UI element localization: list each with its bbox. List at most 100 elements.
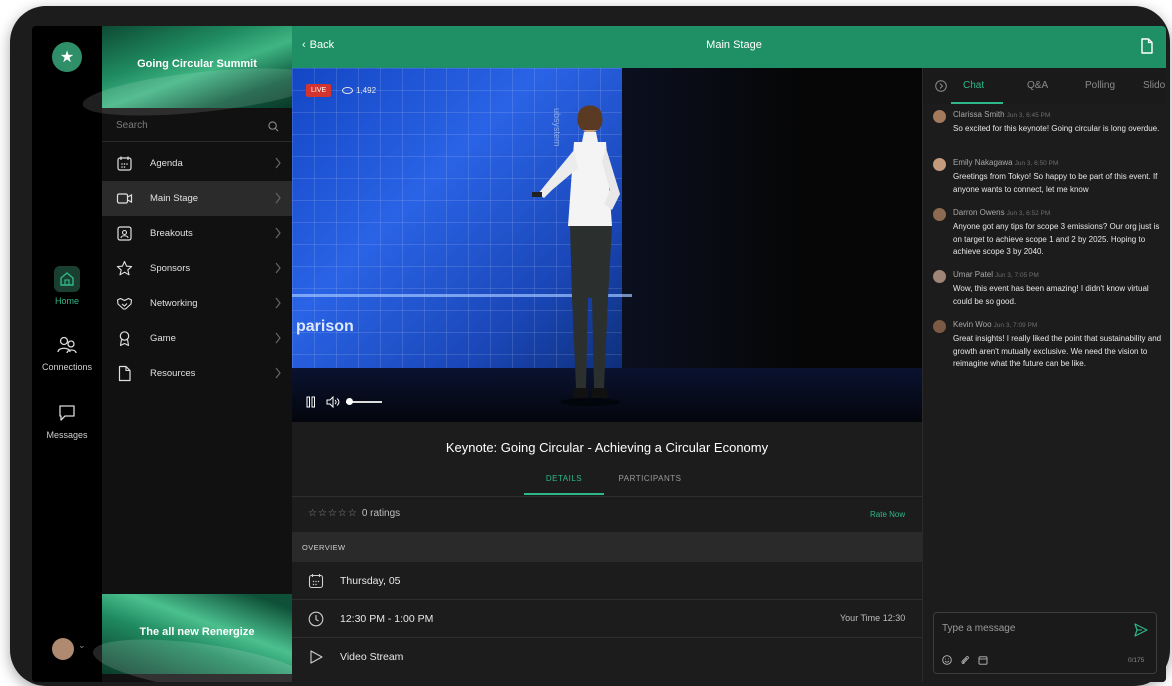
chevron-right-icon (275, 297, 281, 309)
rail-item-connections[interactable]: Connections (32, 332, 102, 372)
play-icon (310, 650, 323, 664)
message-body: Wow, this event has been amazing! I didn… (953, 284, 1149, 306)
chevron-right-icon (275, 262, 281, 274)
user-avatar[interactable] (52, 638, 74, 660)
tab-participants[interactable]: PARTICIPANTS (608, 474, 692, 483)
chevron-right-icon (275, 227, 281, 239)
calendar-icon (308, 574, 324, 589)
volume-slider-handle[interactable] (346, 398, 353, 405)
rating-stars-icon[interactable]: ☆☆☆☆☆ (308, 508, 358, 519)
chevron-right-icon (275, 367, 281, 379)
message-input[interactable] (942, 623, 1122, 634)
rail-item-messages[interactable]: Messages (32, 400, 102, 440)
clock-icon (308, 611, 324, 627)
message-body: So excited for this keynote! Going circu… (953, 124, 1160, 133)
session-date: Thursday, 05 (340, 575, 401, 587)
message-time: Jun 3, 7:09 PM (993, 322, 1038, 329)
session-stream: Video Stream (340, 651, 404, 663)
viewer-count-value: 1,492 (356, 86, 377, 95)
app-logo-icon[interactable]: ★ (52, 42, 82, 72)
back-label: Back (309, 39, 335, 51)
message-author: Umar Patel Jun 3, 7:05 PM (953, 270, 1039, 279)
avatar[interactable] (933, 270, 946, 283)
composer-tools (942, 655, 1002, 667)
breakout-room-icon (117, 226, 132, 241)
message-author: Emily Nakagawa Jun 3, 6:50 PM (953, 158, 1058, 167)
menu-item-agenda[interactable]: Agenda (102, 146, 292, 181)
author-name: Darron Owens (953, 208, 1005, 217)
menu-item-networking[interactable]: Networking (102, 286, 292, 321)
rate-now-link[interactable]: Rate Now (870, 510, 905, 519)
live-badge: LIVE (306, 84, 332, 97)
menu-item-sponsors[interactable]: Sponsors (102, 251, 292, 286)
search-bar (102, 112, 292, 142)
menu-item-resources[interactable]: Resources (102, 356, 292, 391)
document-icon[interactable] (1140, 38, 1154, 54)
chat-messages: Clarissa Smith Jun 3, 6:45 PM So excited … (923, 110, 1166, 550)
tab-qa[interactable]: Q&A (1027, 80, 1048, 91)
calendar-icon[interactable] (978, 655, 988, 665)
author-name: Kevin Woo (953, 320, 992, 329)
attachment-icon[interactable] (960, 655, 970, 665)
character-count: 0/175 (1128, 657, 1145, 664)
search-icon[interactable] (268, 121, 279, 132)
menu-item-game[interactable]: Game (102, 321, 292, 356)
message-author: Clarissa Smith Jun 3, 6:45 PM (953, 110, 1050, 119)
promo-text: The all new Renergize (139, 626, 255, 638)
volume-icon[interactable] (326, 396, 340, 408)
chevron-left-icon: ‹ (302, 39, 306, 51)
emoji-icon[interactable] (942, 655, 952, 665)
award-icon (119, 331, 130, 347)
rail-label-connections: Connections (41, 362, 93, 372)
chat-tabs: Chat Q&A Polling Slido (923, 68, 1166, 104)
player-controls (306, 394, 406, 410)
search-input[interactable] (116, 120, 256, 131)
menu-label-resources: Resources (150, 368, 196, 379)
collapse-panel-icon[interactable] (935, 80, 947, 92)
tab-details[interactable]: DETAILS (524, 474, 604, 483)
viewer-count: 1,492 (342, 86, 376, 95)
back-button[interactable]: ‹ Back (302, 39, 334, 51)
author-name: Clarissa Smith (953, 110, 1005, 119)
message-time: Jun 3, 6:45 PM (1006, 112, 1051, 119)
video-player[interactable]: parison ubsystem LIVE 1,492 (292, 68, 922, 422)
message-composer: 0/175 (933, 612, 1157, 674)
message-author: Kevin Woo Jun 3, 7:09 PM (953, 320, 1037, 329)
active-chat-tab-indicator (951, 102, 1003, 104)
app-screen: ★ Home Connections Messages ⌄ Going Circ… (32, 26, 1166, 682)
stage-screen-text: parison (296, 318, 354, 335)
home-icon (54, 266, 80, 292)
tab-chat[interactable]: Chat (963, 80, 984, 91)
pause-icon[interactable] (306, 396, 316, 408)
session-title: Keynote: Going Circular - Achieving a Ci… (445, 440, 769, 455)
ratings: ☆☆☆☆☆ 0 ratings (308, 508, 400, 519)
menu-item-breakouts[interactable]: Breakouts (102, 216, 292, 251)
tab-polling[interactable]: Polling (1085, 80, 1115, 91)
message-time: Jun 3, 6:52 PM (1006, 210, 1051, 217)
nav-rail: ★ Home Connections Messages ⌄ (32, 26, 102, 682)
menu-label-networking: Networking (150, 298, 198, 309)
session-tabs: DETAILS PARTICIPANTS (292, 466, 922, 496)
menu-label-main-stage: Main Stage (150, 193, 199, 204)
rail-item-home[interactable]: Home (32, 266, 102, 306)
chevron-down-icon[interactable]: ⌄ (78, 640, 86, 651)
menu-label-sponsors: Sponsors (150, 263, 191, 274)
calendar-icon (117, 156, 132, 171)
session-time: 12:30 PM - 1:00 PM (340, 613, 434, 625)
avatar[interactable] (933, 158, 946, 171)
session-stream-row: Video Stream (292, 638, 922, 676)
menu-item-main-stage[interactable]: Main Stage (102, 181, 292, 216)
chevron-right-icon (275, 192, 281, 204)
chat-bubble-icon (59, 405, 75, 421)
avatar[interactable] (933, 208, 946, 221)
menu-label-agenda: Agenda (150, 158, 183, 169)
promo-banner[interactable]: The all new Renergize (89, 594, 315, 682)
avatar[interactable] (933, 320, 946, 333)
tab-slido[interactable]: Slido (1143, 80, 1165, 91)
rail-label-home: Home (54, 296, 79, 306)
message-body: Greetings from Tokyo! So happy to be par… (953, 172, 1158, 194)
avatar[interactable] (933, 110, 946, 123)
send-icon[interactable] (1134, 623, 1148, 637)
session-time-row: 12:30 PM - 1:00 PM Your Time 12:30 (292, 600, 922, 638)
menu-label-game: Game (150, 333, 176, 344)
